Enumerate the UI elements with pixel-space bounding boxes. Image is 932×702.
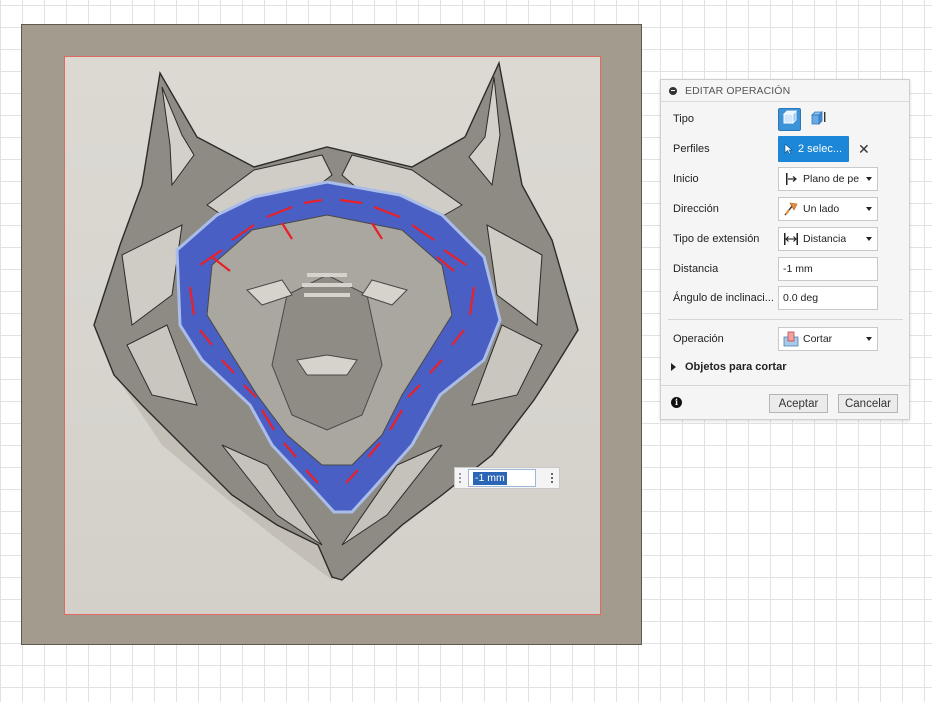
inicio-label: Inicio <box>673 173 699 185</box>
objects-to-cut-label: Objetos para cortar <box>685 361 787 373</box>
chevron-down-icon <box>866 337 872 341</box>
edit-operation-panel: EDITAR OPERACIÓN Tipo Perfiles 2 selec..… <box>660 79 911 420</box>
operacion-value: Cortar <box>803 333 833 345</box>
angulo-label: Ángulo de inclinaci... <box>673 292 774 304</box>
perfiles-label: Perfiles <box>673 143 710 155</box>
expand-arrow-icon <box>671 363 676 371</box>
drag-handle-icon[interactable] <box>455 468 465 488</box>
tipo-extension-value: Distancia <box>803 233 847 245</box>
direccion-value: Un lado <box>803 203 840 215</box>
direccion-dropdown[interactable]: Un lado <box>778 197 878 221</box>
wolf-mouth <box>296 354 358 376</box>
objects-to-cut-section[interactable]: Objetos para cortar <box>671 361 786 373</box>
extrude-thin-button[interactable] <box>807 108 830 131</box>
cursor-select-icon <box>784 143 793 155</box>
row-perfiles: Perfiles 2 selec... ✕ <box>661 136 911 162</box>
info-icon[interactable]: i <box>671 397 682 408</box>
extrude-thin-icon <box>810 110 827 129</box>
row-operacion: Operación Cortar <box>661 326 911 352</box>
panel-title: EDITAR OPERACIÓN <box>685 84 791 97</box>
distancia-label: Distancia <box>673 263 719 275</box>
chevron-down-icon <box>866 177 872 181</box>
extrude-solid-button[interactable] <box>778 107 801 131</box>
one-side-direction-icon <box>783 201 799 217</box>
chevron-down-icon <box>866 207 872 211</box>
inline-distance-value: -1 mm <box>473 471 507 485</box>
tipo-extension-dropdown[interactable]: Distancia <box>778 227 878 251</box>
tipo-label: Tipo <box>673 113 694 125</box>
inicio-dropdown[interactable]: Plano de pe <box>778 167 878 191</box>
extrude-solid-icon <box>782 110 797 128</box>
operacion-dropdown[interactable]: Cortar <box>778 327 878 351</box>
inline-distance-field[interactable]: -1 mm <box>468 469 536 487</box>
row-distancia: Distancia -1 mm <box>661 256 911 282</box>
ok-button[interactable]: Aceptar <box>769 394 828 413</box>
panel-divider <box>668 319 903 320</box>
row-tipo-extension: Tipo de extensión Distancia <box>661 226 911 252</box>
cut-operation-icon <box>783 331 799 347</box>
row-tipo: Tipo <box>661 106 911 132</box>
row-angulo: Ángulo de inclinaci... 0.0 deg <box>661 285 911 311</box>
row-inicio: Inicio Plano de pe <box>661 166 911 192</box>
wolf-sketch-body[interactable] <box>22 25 643 646</box>
profiles-select-value: 2 selec... <box>798 143 843 155</box>
close-icon[interactable]: ✕ <box>858 142 870 156</box>
model-base-plate[interactable]: -1 mm <box>21 24 642 645</box>
cancel-button[interactable]: Cancelar <box>838 394 898 413</box>
inicio-value: Plano de pe <box>803 173 860 185</box>
operacion-label: Operación <box>673 333 724 345</box>
wolf-nose-area <box>271 274 383 431</box>
footer-divider <box>661 385 911 386</box>
inline-distance-input[interactable]: -1 mm <box>454 467 560 489</box>
panel-header[interactable]: EDITAR OPERACIÓN <box>661 80 909 102</box>
distancia-input[interactable]: -1 mm <box>778 257 878 281</box>
profile-plane-icon <box>783 171 799 187</box>
profiles-select-button[interactable]: 2 selec... <box>778 136 849 162</box>
chevron-down-icon <box>866 237 872 241</box>
angulo-input[interactable]: 0.0 deg <box>778 286 878 310</box>
row-direccion: Dirección Un lado <box>661 196 911 222</box>
tipo-extension-label: Tipo de extensión <box>673 233 760 245</box>
more-options-icon[interactable] <box>551 473 553 483</box>
collapse-icon[interactable] <box>669 86 677 95</box>
direccion-label: Dirección <box>673 203 719 215</box>
distance-extent-icon <box>783 231 799 247</box>
